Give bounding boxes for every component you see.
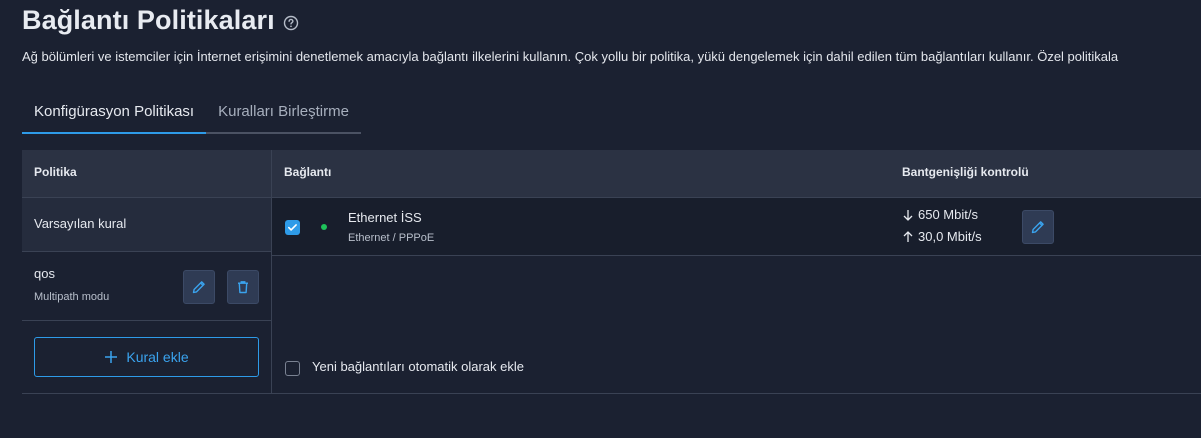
rule-item-qos[interactable]: qos Multipath modu — [22, 253, 271, 321]
rule-name: Varsayılan kural — [34, 216, 127, 231]
add-rule-button[interactable]: Kural ekle — [34, 337, 259, 377]
page-description: Ağ bölümleri ve istemciler için İnternet… — [22, 49, 1119, 64]
connection-row: Ethernet İSS Ethernet / PPPoE 650 Mbit/s… — [272, 198, 1201, 256]
column-header-connection: Bağlantı — [284, 165, 332, 179]
connection-name: Ethernet İSS — [348, 210, 422, 225]
plus-icon — [105, 351, 118, 363]
pencil-icon — [1031, 221, 1044, 234]
download-bandwidth: 650 Mbit/s — [902, 207, 978, 222]
table-bottom-border — [22, 393, 1201, 394]
policy-table: Politika Bağlantı Bantgenişliği kontrolü… — [22, 150, 1201, 394]
tab-bar: Konfigürasyon Politikası Kuralları Birle… — [22, 96, 361, 134]
connection-checkbox[interactable] — [285, 220, 300, 235]
arrow-up-icon — [903, 230, 913, 242]
tab-merge-rules[interactable]: Kuralları Birleştirme — [206, 96, 361, 134]
upload-value: 30,0 Mbit/s — [918, 229, 982, 244]
table-header: Politika Bağlantı Bantgenişliği kontrolü — [22, 150, 1201, 198]
upload-bandwidth: 30,0 Mbit/s — [902, 229, 982, 244]
delete-rule-button[interactable] — [227, 270, 259, 304]
rule-list: Varsayılan kural qos Multipath modu Kura… — [22, 198, 271, 394]
add-rule-label: Kural ekle — [126, 349, 189, 365]
connection-type: Ethernet / PPPoE — [348, 232, 435, 244]
help-circle-icon[interactable] — [283, 15, 299, 31]
check-icon — [288, 224, 297, 231]
edit-bandwidth-button[interactable] — [1022, 210, 1054, 244]
pencil-icon — [192, 281, 205, 294]
rule-item-default[interactable]: Varsayılan kural — [22, 198, 271, 252]
trash-icon — [238, 281, 248, 294]
auto-add-checkbox[interactable] — [285, 361, 300, 376]
rule-mode: Multipath modu — [34, 291, 110, 303]
edit-rule-button[interactable] — [183, 270, 215, 304]
page-title: Bağlantı Politikaları — [22, 5, 275, 35]
page: Bağlantı Politikaları Ağ bölümleri ve is… — [0, 0, 1201, 438]
tab-configuration-policy[interactable]: Konfigürasyon Politikası — [22, 96, 207, 134]
rule-name: qos — [34, 266, 55, 281]
connection-status-dot — [321, 224, 327, 230]
connection-panel: Ethernet İSS Ethernet / PPPoE 650 Mbit/s… — [272, 198, 1201, 394]
download-value: 650 Mbit/s — [918, 207, 978, 222]
column-header-policy: Politika — [34, 165, 77, 179]
column-header-bandwidth: Bantgenişliği kontrolü — [902, 165, 1029, 179]
title-row: Bağlantı Politikaları — [22, 5, 299, 36]
arrow-down-icon — [903, 209, 913, 221]
auto-add-label[interactable]: Yeni bağlantıları otomatik olarak ekle — [312, 359, 524, 374]
